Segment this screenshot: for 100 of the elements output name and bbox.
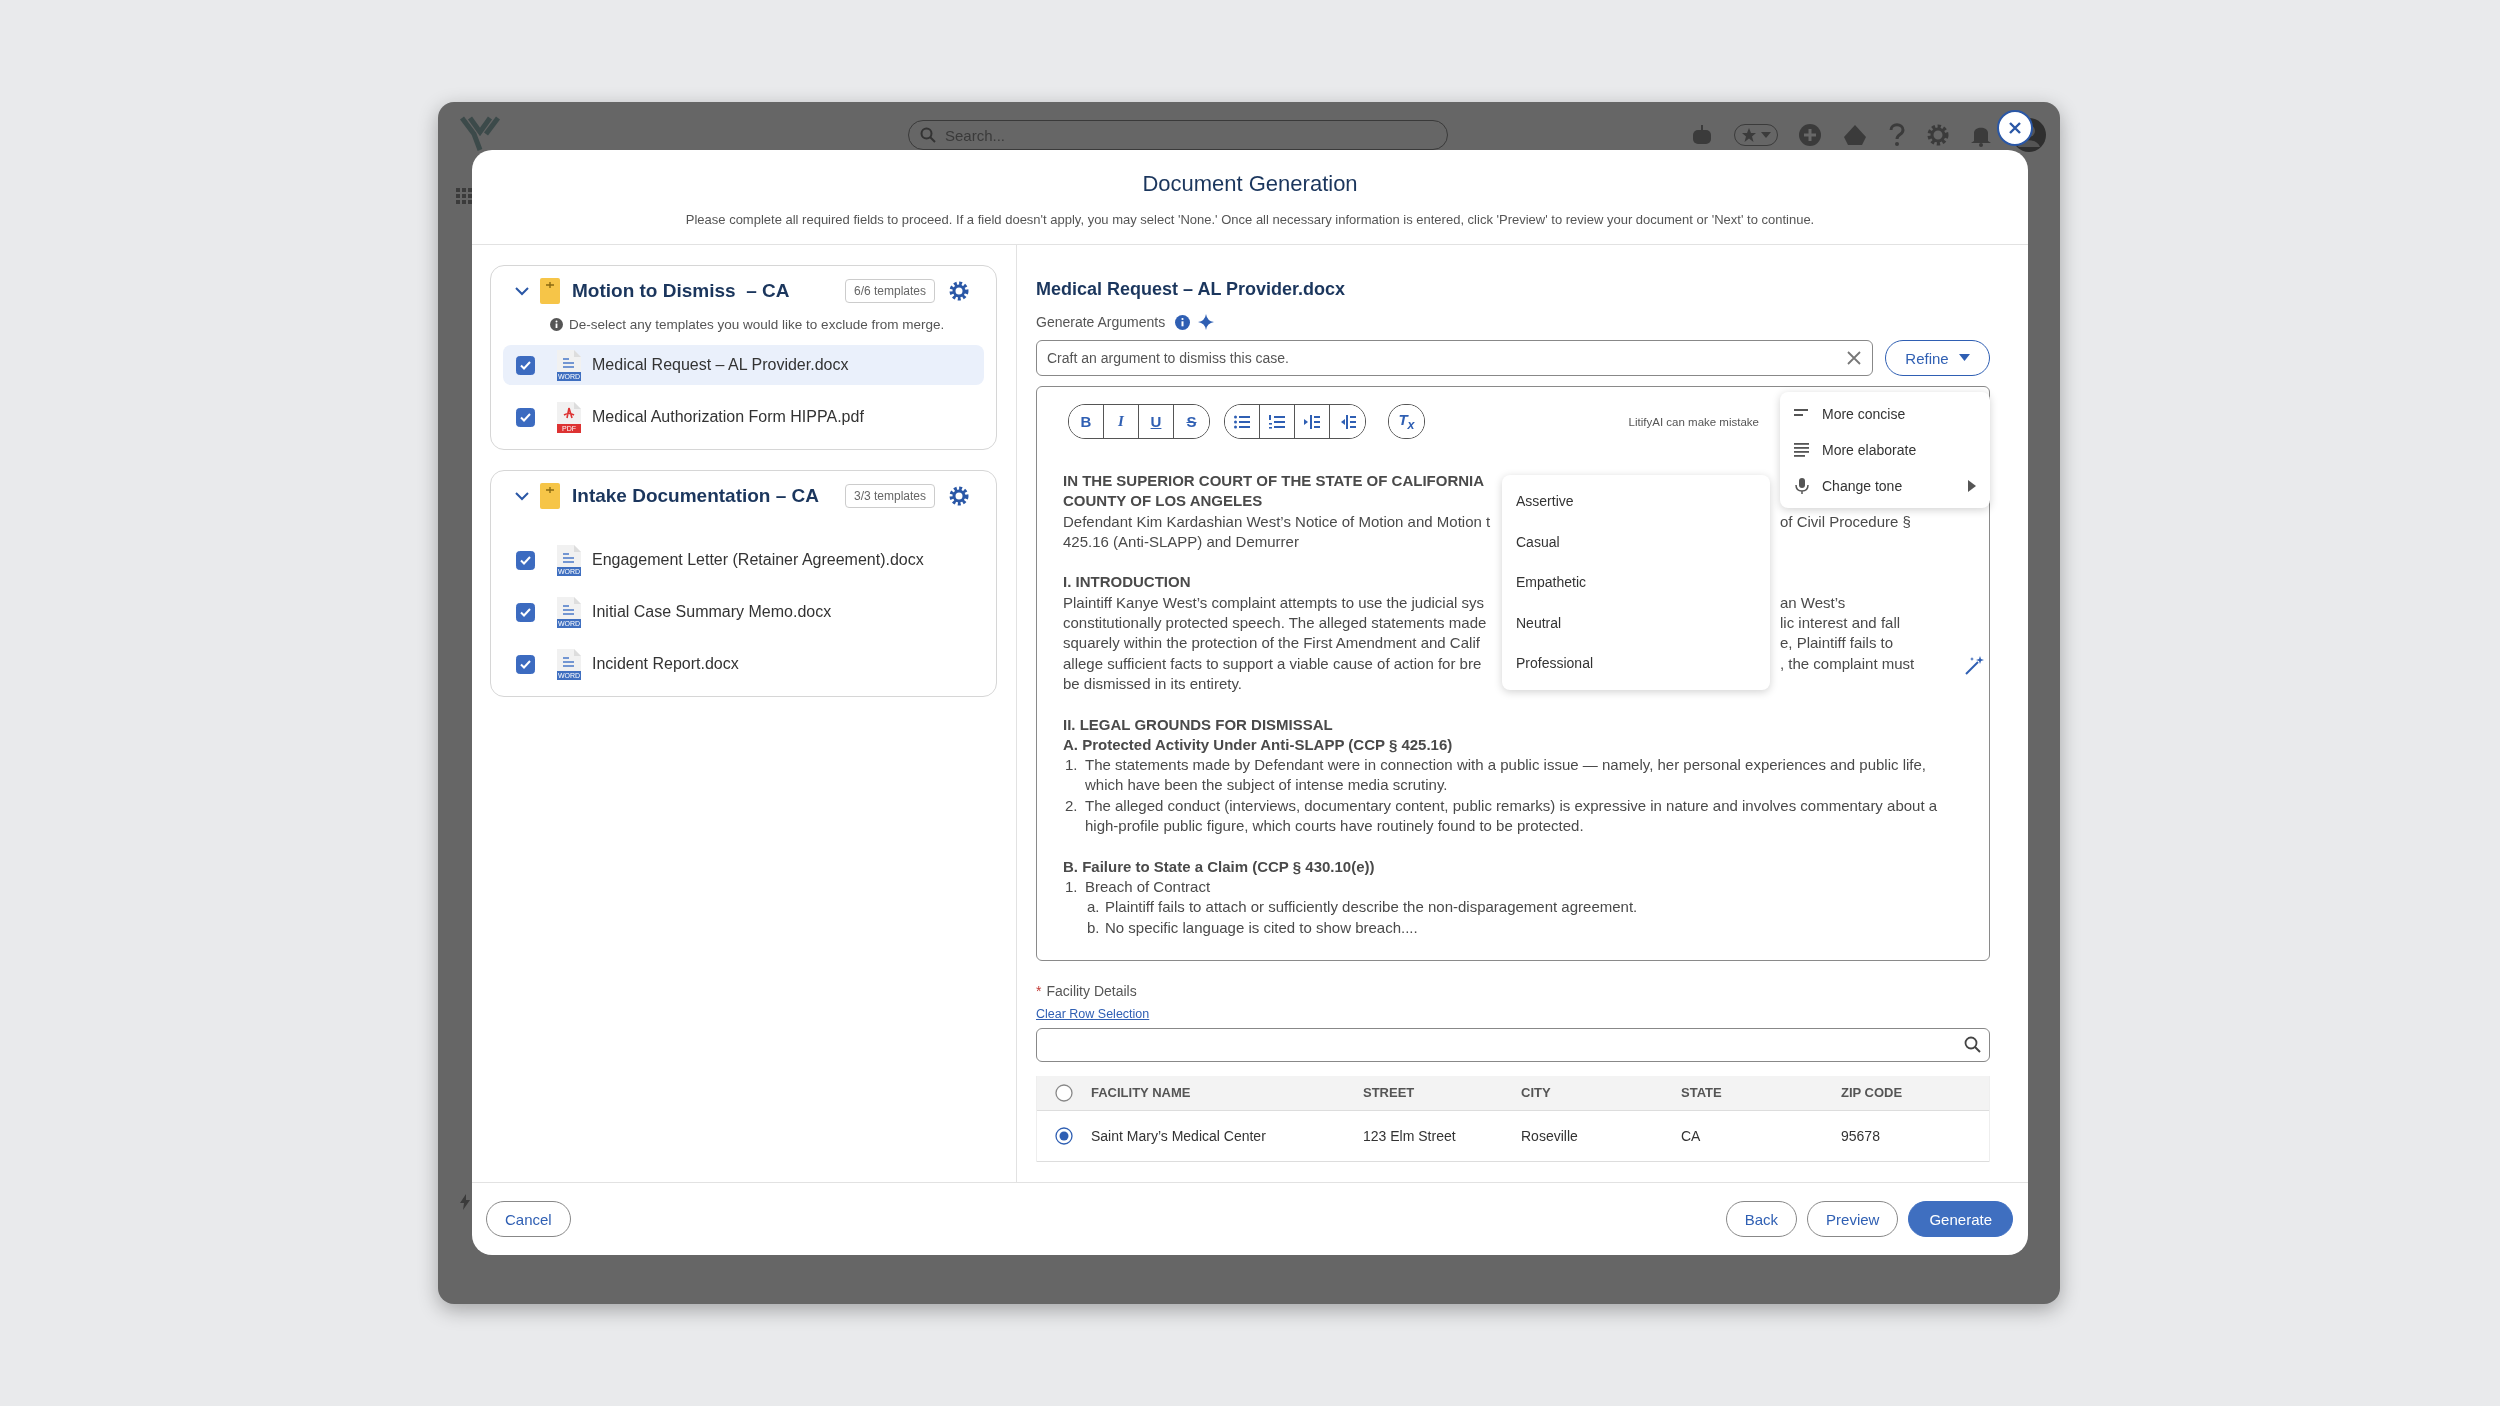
- column-header: ZIP CODE: [1841, 1085, 1904, 1101]
- disclaimer-text: LitifyAI can make mistake: [1628, 415, 1759, 428]
- body-text: , the complaint must: [1780, 653, 1915, 674]
- menu-item[interactable]: Change tone: [1780, 468, 1990, 504]
- template-count-badge: 6/6 templates: [844, 279, 935, 303]
- body-text: e, Plaintiff fails to: [1780, 633, 1894, 654]
- column-header: STATE: [1681, 1085, 1723, 1101]
- body-text: allege sufficient facts to support a viable cause of action for bre: [1063, 653, 1482, 674]
- group-title: Motion to Dismiss – CA: [572, 280, 790, 302]
- column-header: CITY: [1521, 1085, 1552, 1101]
- logo-icon: [460, 116, 500, 152]
- menu-item[interactable]: Empathetic: [1502, 562, 1770, 603]
- field-label: Generate Arguments: [1036, 314, 1166, 330]
- list-item: 1. The statements made by Defendant were in connection with a public issue — namely, her personal experiences and public life, which have been the subject of intense media scrutiny.: [1064, 755, 1928, 796]
- list-item: b. No specific language is cited to show breach....: [1086, 917, 1419, 938]
- body-text: squarely within the protection of the First Amendment and Calif: [1063, 633, 1480, 654]
- table-cell-text: Roseville: [1521, 1127, 1579, 1144]
- section-heading: II. LEGAL GROUNDS FOR DISMISSAL: [1063, 715, 1333, 733]
- menu-item[interactable]: More concise: [1780, 396, 1990, 432]
- footer-button[interactable]: Preview: [1807, 1201, 1899, 1237]
- info-icon: [550, 317, 563, 331]
- clear-icon[interactable]: [1847, 351, 1861, 365]
- star-icon: [1741, 127, 1757, 143]
- menu-item[interactable]: Casual: [1502, 521, 1770, 562]
- submenu-arrow-icon: [1968, 480, 1976, 492]
- search-icon[interactable]: [1964, 1035, 1981, 1053]
- magic-wand-icon[interactable]: [1965, 655, 1985, 675]
- close-icon: [2008, 121, 2022, 135]
- template-count-badge: 3/3 templates: [844, 484, 935, 508]
- template-name: Engagement Letter (Retainer Agreement).docx: [592, 551, 924, 569]
- checkbox[interactable]: [516, 654, 535, 674]
- numbered-list-icon: [1269, 414, 1285, 429]
- template-name: Medical Authorization Form HIPPA.pdf: [592, 408, 864, 426]
- document-title: Medical Request – AL Provider.docx: [1036, 278, 1347, 301]
- section-heading: I. INTRODUCTION: [1063, 573, 1191, 591]
- body-text: constitutionally protected speech. The alleged statements made: [1063, 613, 1487, 634]
- checkbox[interactable]: [516, 407, 535, 427]
- section-heading: COUNTY OF LOS ANGELES: [1063, 492, 1263, 510]
- section-heading: A. Protected Activity Under Anti-SLAPP (CCP § 425.16): [1063, 735, 1453, 753]
- microphone-icon: [1794, 478, 1810, 494]
- refine-button[interactable]: Refine: [1885, 340, 1990, 376]
- clear-format-button[interactable]: T$_{x}$: [1389, 405, 1424, 438]
- menu-item[interactable]: Professional: [1502, 643, 1770, 684]
- bullet-list-icon: [1234, 414, 1250, 429]
- table-cell-text: Saint Mary’s Medical Center: [1091, 1127, 1267, 1144]
- group-title: Intake Documentation – CA: [572, 485, 820, 507]
- list-item: a. Plaintiff fails to attach or sufficiently describe the non-disparagement agreement.: [1086, 897, 1639, 918]
- info-icon[interactable]: [1175, 314, 1191, 330]
- section-heading: B. Failure to State a Claim (CCP § 430.10(e)): [1063, 857, 1375, 875]
- chevron-icon[interactable]: [515, 489, 529, 503]
- menu-item[interactable]: Assertive: [1502, 481, 1770, 522]
- template-name: Initial Case Summary Memo.docx: [592, 603, 832, 621]
- folder-icon: [540, 278, 560, 304]
- caret-icon: [1958, 354, 1970, 362]
- clear-selection-link[interactable]: Clear Row Selection: [1036, 1006, 1150, 1021]
- footer-button[interactable]: Back: [1725, 1201, 1798, 1237]
- body-text: of Civil Procedure §: [1780, 511, 1911, 532]
- outdent-icon: [1339, 414, 1356, 429]
- checkbox[interactable]: [516, 602, 535, 622]
- menu-item[interactable]: More elaborate: [1780, 432, 1990, 468]
- body-text: Defendant Kim Kardashian West’s Notice of Motion and Motion t: [1063, 511, 1491, 532]
- body-text: Plaintiff Kanye West’s complaint attempts to use the judicial sys: [1063, 592, 1485, 613]
- footer-button[interactable]: Generate: [1908, 1201, 2013, 1237]
- folder-icon: [540, 483, 560, 509]
- dialog-title: Document Generation: [1141, 170, 1359, 198]
- menu-item[interactable]: Neutral: [1502, 602, 1770, 643]
- field-label: Facility Details: [1046, 982, 1137, 999]
- search-icon: [920, 127, 936, 143]
- chevron-icon[interactable]: [515, 284, 529, 298]
- settings-icon[interactable]: [949, 486, 969, 506]
- table-cell-text: 123 Elm Street: [1363, 1127, 1457, 1144]
- search-field[interactable]: [1036, 1027, 1990, 1062]
- list-item: 2. The alleged conduct (interviews, documentary content, public remarks) is expressive in nature and involves commentary about a high-profile public figure, which courts have routinely found to be protected.: [1064, 795, 1938, 837]
- bold-button[interactable]: B: [1069, 405, 1104, 438]
- body-text: lic interest and fall: [1780, 613, 1901, 634]
- template-name: Medical Request – AL Provider.docx: [592, 356, 849, 374]
- indent-icon: [1304, 414, 1320, 429]
- checkbox[interactable]: [516, 355, 535, 375]
- prompt-field[interactable]: Craft an argument to dismiss this case.: [1036, 340, 1873, 376]
- required-mark: *: [1036, 982, 1042, 999]
- row-radio[interactable]: [1055, 1126, 1073, 1145]
- section-heading: IN THE SUPERIOR COURT OF THE STATE OF CALIFORNIA: [1063, 472, 1485, 489]
- settings-icon[interactable]: [949, 281, 969, 301]
- column-header: FACILITY NAME: [1091, 1085, 1192, 1101]
- instructions-text: Please complete all required fields to proceed. If a field doesn't apply, you may select 'None.' Once all necessary information is entered, click 'Preview' to review your document or 'Next' to continue.: [684, 212, 1816, 227]
- lines-icon: [1794, 443, 1810, 457]
- body-text: 425.16 (Anti-SLAPP) and Demurrer: [1063, 532, 1299, 550]
- template-name: Incident Report.docx: [592, 655, 739, 673]
- table-cell-text: 95678: [1841, 1127, 1881, 1144]
- sparkle-icon[interactable]: [1198, 314, 1215, 330]
- table-cell-text: CA: [1681, 1127, 1702, 1144]
- caret-icon: [1761, 132, 1771, 138]
- body-text: an West’s: [1780, 592, 1846, 613]
- checkbox[interactable]: [516, 550, 535, 570]
- cancel-button[interactable]: Cancel: [486, 1201, 571, 1237]
- select-all-radio[interactable]: [1055, 1083, 1073, 1102]
- close-button[interactable]: [1997, 110, 2033, 146]
- bullet-list-button[interactable]: [1225, 405, 1260, 438]
- column-header: STREET: [1363, 1085, 1416, 1101]
- body-text: be dismissed in its entirety.: [1063, 674, 1242, 692]
